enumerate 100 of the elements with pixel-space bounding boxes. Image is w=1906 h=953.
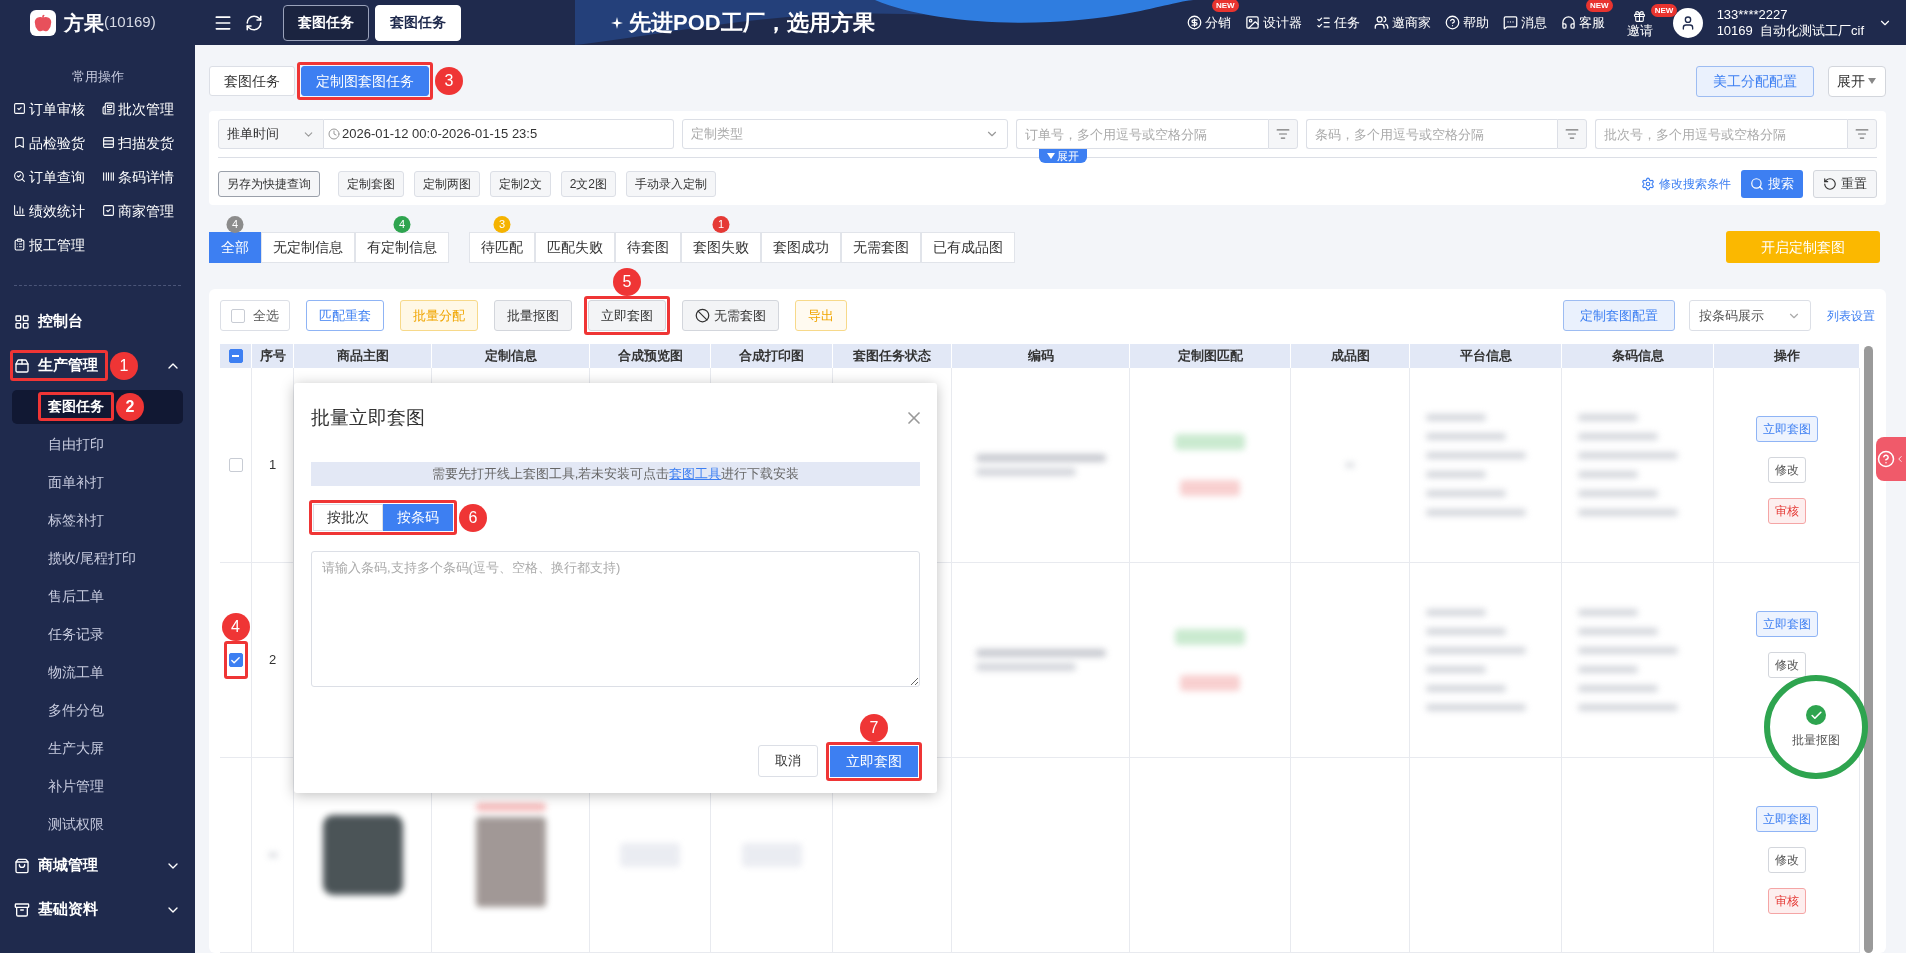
submenu-item[interactable]: 测试权限 — [12, 807, 183, 842]
row-action-button[interactable]: 审核 — [1767, 888, 1806, 914]
slogan: 先进POD工厂，选用方果 — [629, 9, 875, 37]
row-action-button[interactable]: 修改 — [1767, 652, 1806, 678]
sub-tab[interactable]: 套图任务 — [209, 66, 295, 96]
expand-toggle[interactable]: 展开 — [1039, 149, 1087, 163]
count-badge: 1 — [712, 216, 730, 233]
status-tab[interactable]: 待匹配 — [469, 232, 535, 263]
row-action-button[interactable]: 立即套图 — [1755, 416, 1818, 442]
list-settings-link[interactable]: 列表设置 — [1827, 306, 1875, 325]
quick-link[interactable]: 订单审核 — [13, 98, 102, 119]
header-link[interactable]: 邀商家 — [1373, 12, 1431, 33]
search-input[interactable]: 批次号，多个用逗号或空格分隔 — [1595, 119, 1847, 149]
step-number-badge: 6 — [459, 503, 487, 532]
row-action-button[interactable]: 修改 — [1767, 847, 1806, 873]
bag-icon — [14, 857, 30, 874]
header-link[interactable]: 客服 — [1560, 12, 1605, 33]
submenu-item[interactable]: 物流工单 — [12, 655, 183, 690]
config-button[interactable]: 定制套图配置 — [1563, 300, 1675, 331]
header-link[interactable]: 消息 — [1502, 12, 1547, 33]
mode-tab[interactable]: 按条码 — [383, 504, 453, 531]
quick-link[interactable]: 商家管理 — [102, 200, 191, 221]
quick-link[interactable]: 绩效统计 — [13, 200, 102, 221]
logo-name: 方果 — [64, 10, 104, 36]
checkbox[interactable] — [228, 458, 243, 472]
toolbar-button[interactable]: 无需套图 — [682, 300, 779, 331]
quick-link[interactable]: 订单查询 — [13, 166, 102, 187]
time-type-select[interactable]: 推单时间 — [218, 119, 324, 149]
submenu-item[interactable]: 补片管理 — [12, 769, 183, 804]
status-tab[interactable]: 套图失败 — [681, 232, 761, 263]
list-button[interactable] — [1557, 119, 1588, 149]
status-tab[interactable]: 已有成品图 — [921, 232, 1015, 263]
page-tab[interactable]: 套图任务 — [375, 4, 461, 41]
row-action-button[interactable]: 立即套图 — [1755, 806, 1818, 832]
submenu-item[interactable]: 生产大屏 — [12, 731, 183, 766]
submenu-item[interactable]: 标签补打 — [12, 503, 183, 538]
quick-query-button[interactable]: 2文2图 — [560, 171, 617, 197]
row-action-button[interactable]: 审核 — [1767, 498, 1806, 524]
invite-link[interactable]: 邀请 — [1626, 10, 1653, 39]
header-link[interactable]: 任务 — [1315, 12, 1360, 33]
mode-tab[interactable]: 按批次 — [313, 504, 383, 531]
toolbar-button[interactable]: 批量抠图 — [494, 300, 572, 331]
submenu-item[interactable]: 任务记录 — [12, 617, 183, 652]
quick-query-button[interactable]: 定制两图 — [414, 171, 480, 197]
column-header: 序号 — [252, 344, 294, 368]
status-tab[interactable]: 匹配失败 — [535, 232, 615, 263]
search-input[interactable]: 条码，多个用逗号或空格分隔 — [1305, 119, 1558, 149]
list-button[interactable] — [1267, 119, 1298, 149]
edit-conditions-link[interactable]: 修改搜索条件 — [1641, 175, 1731, 193]
status-tab[interactable]: 套图成功 — [761, 232, 841, 263]
menu-item[interactable]: 生产管理 — [14, 354, 104, 377]
submenu-item[interactable]: 自由打印 — [12, 427, 183, 462]
status-tab[interactable]: 无需套图 — [841, 232, 921, 263]
refresh-icon[interactable] — [245, 13, 263, 32]
help-tab-icon[interactable] — [1876, 437, 1906, 481]
config-button[interactable]: 美工分配配置 — [1696, 65, 1814, 97]
search-button[interactable]: 搜索 — [1741, 170, 1803, 198]
row-action-button[interactable]: 修改 — [1767, 457, 1806, 483]
quick-link[interactable]: 品检验货 — [13, 132, 102, 153]
search-input[interactable]: 订单号，多个用逗号或空格分隔 — [1016, 119, 1268, 149]
submenu-item[interactable]: 套图任务 2 — [12, 389, 183, 424]
status-tab[interactable]: 有定制信息 — [355, 232, 449, 263]
submenu-item[interactable]: 售后工单 — [12, 579, 183, 614]
sub-tab[interactable]: 定制图套图任务 — [301, 66, 429, 96]
menu-item[interactable]: 控制台 — [14, 310, 89, 333]
quick-query-button[interactable]: 定制2文 — [490, 171, 551, 197]
row-action-button[interactable]: 立即套图 — [1755, 611, 1818, 637]
avatar[interactable] — [1672, 7, 1703, 38]
quick-link[interactable]: 批次管理 — [102, 98, 191, 119]
date-range-field[interactable]: 2026-01-12 00:0-2026-01-15 23:5 — [324, 119, 674, 149]
header-link[interactable]: 分销 — [1186, 12, 1231, 33]
menu-item[interactable]: 基础资料 — [14, 898, 104, 921]
barcode-textarea[interactable]: 请输入条码,支持多个条码(逗号、空格、换行都支持) — [311, 551, 920, 687]
cancel-button[interactable]: 取消 — [758, 745, 818, 777]
quick-query-button[interactable]: 另存为快捷查询 — [218, 171, 320, 197]
checkbox[interactable] — [228, 349, 243, 363]
page-tab[interactable]: 套图任务 — [283, 4, 369, 41]
expand-button[interactable]: 展开 — [1828, 65, 1886, 97]
status-tab[interactable]: 全部 — [209, 232, 261, 263]
quick-link[interactable]: 扫描发货 — [102, 132, 191, 153]
menu-item[interactable]: 商城管理 — [14, 854, 104, 877]
status-tab[interactable]: 待套图 — [615, 232, 681, 263]
display-select[interactable]: 按条码展示 — [1689, 300, 1811, 331]
submenu-item[interactable]: 揽收/尾程打印 — [12, 541, 183, 576]
submenu-item[interactable]: 多件分包 — [12, 693, 183, 728]
quick-link[interactable]: 条码详情 — [102, 166, 191, 187]
submenu-item[interactable]: 面单补打 — [12, 465, 183, 500]
header-link[interactable]: 设计器 — [1244, 12, 1302, 33]
status-tab[interactable]: 无定制信息 — [261, 232, 355, 263]
checkbox[interactable] — [228, 653, 243, 667]
select-all-checkbox[interactable]: 全选 — [220, 300, 290, 331]
quick-query-button[interactable]: 手动录入定制 — [626, 171, 717, 197]
gift-icon — [1633, 10, 1647, 23]
toolbar-button[interactable]: 立即套图 — [588, 300, 666, 331]
quick-query-button[interactable]: 定制套图 — [338, 171, 404, 197]
toolbar-button[interactable]: 匹配重套 — [306, 300, 384, 331]
reset-button[interactable]: 重置 — [1813, 170, 1877, 198]
quick-link[interactable]: 报工管理 — [13, 234, 102, 255]
header-link[interactable]: 帮助 — [1444, 12, 1489, 33]
confirm-button[interactable]: 立即套图 — [830, 745, 918, 777]
